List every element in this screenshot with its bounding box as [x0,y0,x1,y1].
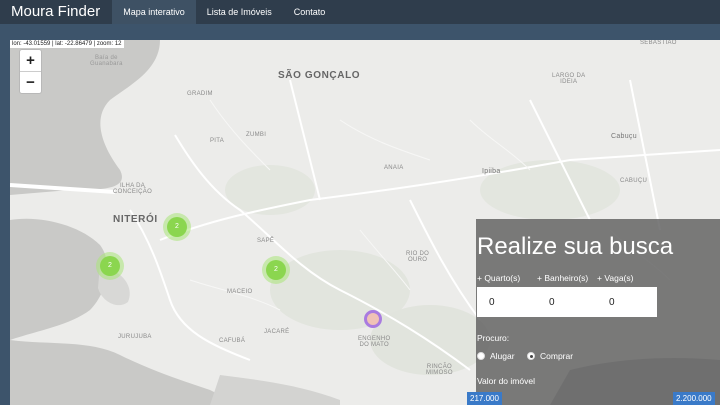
price-min-handle[interactable]: 217.000 [467,392,502,405]
zoom-out-button[interactable]: − [20,72,41,94]
map-label-zumbi: ZUMBI [246,132,267,138]
quartos-label: + Quarto(s) [477,273,521,283]
map-label-rincao-mimoso: RINCÃO MIMOSO [426,364,453,376]
quartos-input[interactable]: 0 [489,297,495,308]
nav-lista-imoveis[interactable]: Lista de Imóveis [196,0,283,24]
radio-comprar[interactable]: Comprar [527,351,573,361]
map-label-cabucu-upper: CABUÇU [620,178,648,184]
valor-label: Valor do imóvel [477,376,535,386]
search-panel-title: Realize sua busca [477,233,674,260]
map-label-sao-goncalo: SÃO GONÇALO [278,70,361,81]
nav-mapa-interativo[interactable]: Mapa interativo [112,0,196,24]
cluster-count: 2 [100,256,120,276]
map-label-sape: SAPÊ [257,238,275,244]
map-label-anaia: ANAIA [384,165,404,171]
top-navbar: Moura Finder Mapa interativo Lista de Im… [0,0,720,24]
vagas-label: + Vaga(s) [597,273,634,283]
radio-alugar-label: Alugar [490,351,515,361]
count-fields-box [477,287,657,317]
map-label-ipiiba: Ipiiba [482,168,501,175]
map-label-baia: Baía de Guanabara [90,55,123,67]
map-label-sebastiao: SEBASTIÃO [640,40,677,46]
cluster-marker[interactable]: 2 [163,213,191,241]
map-label-ilha-da-conceicao: ILHA DA CONCEIÇÃO [113,183,153,195]
map-label-maceio: MACEIO [227,289,253,295]
vagas-input[interactable]: 0 [609,297,615,308]
radio-alugar-dot[interactable] [477,352,485,360]
brand-logo[interactable]: Moura Finder [0,0,112,24]
cluster-marker[interactable]: 2 [262,256,290,284]
cluster-count: 2 [266,260,286,280]
map-label-pita: PITA [210,138,225,144]
map-label-largo-da-ideia: LARGO DA IDEIA [552,73,586,85]
radio-comprar-dot[interactable] [527,352,535,360]
zoom-in-button[interactable]: + [20,50,41,72]
procuro-label: Procuro: [477,333,510,343]
property-marker[interactable] [364,310,382,328]
banheiros-label: + Banheiro(s) [537,273,589,283]
map-label-gradim: GRADIM [187,91,213,97]
map-label-niteroi: NITERÓI [113,214,158,225]
coords-readout: lon: -43.01559 | lat: -22.86479 | zoom: … [10,40,124,48]
search-panel: Realize sua busca + Quarto(s) + Banheiro… [476,219,720,405]
nav-contato[interactable]: Contato [283,0,337,24]
map-label-jacare: JACARÉ [264,329,290,335]
map-label-rio-do-ouro: RIO DO OURO [406,251,430,263]
map-label-jurujuba: JURUJUBA [118,334,152,340]
cluster-count: 2 [167,217,187,237]
radio-alugar[interactable]: Alugar [477,351,515,361]
radio-comprar-label: Comprar [540,351,574,361]
map-label-cafuba: CAFUBÁ [219,338,246,344]
zoom-control: + − [19,49,42,94]
cluster-marker[interactable]: 2 [96,252,124,280]
map-label-engenho-do-mato: ENGENHO DO MATO [358,336,391,348]
price-max-handle[interactable]: 2.200.000 [673,392,715,405]
banheiros-input[interactable]: 0 [549,297,555,308]
map-label-cabucu: Cabuçu [611,133,637,140]
